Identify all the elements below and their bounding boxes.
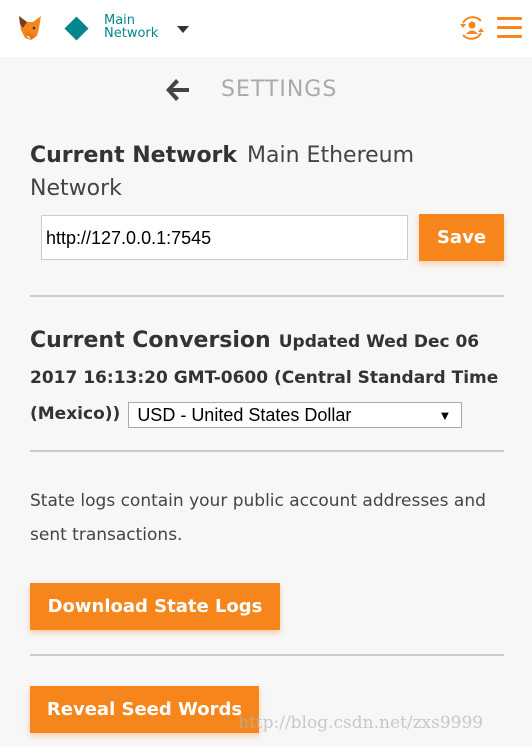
network-name-line2: Network (104, 26, 159, 41)
switch-account-icon[interactable] (458, 14, 486, 42)
divider (30, 295, 504, 297)
current-conversion-label: Current Conversion (30, 328, 271, 353)
watermark: http://blog.csdn.net/zxs9999 (238, 713, 484, 733)
metamask-fox-logo (19, 16, 41, 40)
divider (30, 450, 504, 452)
top-bar: Main Network (0, 0, 532, 57)
hamburger-menu-icon[interactable] (497, 17, 522, 39)
currency-select[interactable]: USD - United States Dollar ▼ (128, 401, 463, 428)
back-arrow-icon[interactable] (163, 76, 191, 104)
currency-selected-value: USD - United States Dollar (137, 404, 352, 425)
dropdown-arrow-icon: ▼ (438, 407, 452, 423)
state-logs-description: State logs contain your public account a… (30, 491, 486, 545)
save-button[interactable]: Save (419, 214, 504, 261)
reveal-seed-words-button[interactable]: Reveal Seed Words (30, 686, 259, 733)
chevron-down-icon[interactable] (177, 26, 189, 33)
current-network-section: Current Network Main Ethereum Network (30, 139, 500, 205)
network-status-icon[interactable] (64, 16, 89, 41)
download-state-logs-button[interactable]: Download State Logs (30, 583, 280, 630)
current-conversion-section: Current Conversion Updated Wed Dec 06 201… (30, 323, 510, 432)
divider (30, 654, 504, 656)
current-network-label: Current Network (30, 143, 238, 168)
rpc-url-input[interactable]: http://127.0.0.1:7545 (41, 215, 408, 260)
network-selector[interactable]: Main Network (104, 14, 158, 40)
page-title: SETTINGS (221, 77, 338, 102)
